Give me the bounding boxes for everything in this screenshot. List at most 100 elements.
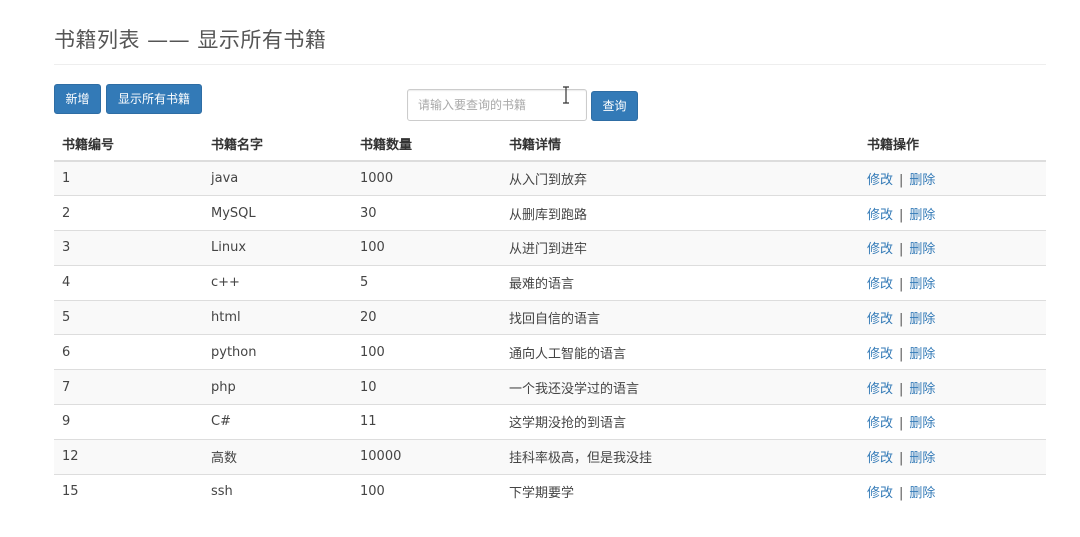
- book-count-cell: 30: [352, 195, 501, 231]
- book-count-cell: 100: [352, 473, 501, 509]
- ops-separator: |: [899, 207, 904, 223]
- edit-book-link[interactable]: 修改: [867, 277, 893, 292]
- ops-separator: |: [899, 173, 904, 189]
- table-row: 12 高数 10000 挂科率极高，但是我没挂 修改 | 删除: [54, 438, 1046, 475]
- edit-book-link[interactable]: 修改: [867, 451, 893, 466]
- delete-book-link[interactable]: 删除: [909, 486, 935, 501]
- table-row: 7 php 10 一个我还没学过的语言 修改 | 删除: [54, 369, 1046, 405]
- book-name-cell: C#: [203, 404, 352, 440]
- ops-separator: |: [899, 312, 904, 328]
- delete-book-link[interactable]: 删除: [909, 277, 935, 292]
- book-count-cell: 20: [352, 299, 501, 335]
- book-id-cell: 9: [54, 404, 203, 440]
- edit-book-link[interactable]: 修改: [867, 486, 893, 501]
- edit-book-link[interactable]: 修改: [867, 347, 893, 362]
- book-id-cell: 2: [54, 195, 203, 231]
- book-count-cell: 11: [352, 404, 501, 440]
- ops-separator: |: [899, 242, 904, 258]
- table-row: 4 c++ 5 最难的语言 修改 | 删除: [54, 264, 1046, 301]
- ops-separator: |: [899, 381, 904, 397]
- ops-separator: |: [899, 277, 904, 293]
- book-ops-cell: 修改 | 删除: [859, 438, 1046, 475]
- book-detail-cell: 从进门到进牢: [501, 230, 859, 266]
- book-detail-cell: 找回自信的语言: [501, 299, 859, 335]
- page-title: 书籍列表 —— 显示所有书籍: [54, 28, 327, 52]
- book-count-cell: 10000: [352, 438, 501, 475]
- table-body: 1 java 1000 从入门到放弃 修改 | 删除 2 MySQL 30 从删库到跑路 修改 | 删除 3…: [54, 160, 1046, 509]
- show-all-books-button[interactable]: 显示所有书籍: [106, 84, 202, 114]
- title-divider: [54, 64, 1046, 65]
- delete-book-link[interactable]: 删除: [909, 416, 935, 431]
- book-detail-cell: 从删库到跑路: [501, 195, 859, 231]
- book-id-cell: 3: [54, 230, 203, 266]
- ops-separator: |: [899, 451, 904, 467]
- book-name-cell: MySQL: [203, 195, 352, 231]
- header-book-detail: 书籍详情: [501, 127, 859, 162]
- book-name-cell: c++: [203, 264, 352, 301]
- delete-book-link[interactable]: 删除: [909, 451, 935, 466]
- header-book-name: 书籍名字: [203, 127, 352, 162]
- ops-separator: |: [899, 346, 904, 362]
- book-ops-cell: 修改 | 删除: [859, 473, 1046, 509]
- book-ops-cell: 修改 | 删除: [859, 264, 1046, 301]
- query-button[interactable]: 查询: [591, 91, 638, 121]
- table-row: 15 ssh 100 下学期要学 修改 | 删除: [54, 473, 1046, 509]
- book-count-cell: 100: [352, 334, 501, 370]
- book-detail-cell: 挂科率极高，但是我没挂: [501, 438, 859, 475]
- delete-book-link[interactable]: 删除: [909, 347, 935, 362]
- book-id-cell: 15: [54, 473, 203, 509]
- book-name-cell: php: [203, 369, 352, 405]
- delete-book-link[interactable]: 删除: [909, 208, 935, 223]
- book-count-cell: 100: [352, 230, 501, 266]
- delete-book-link[interactable]: 删除: [909, 242, 935, 257]
- text-cursor-icon: [563, 86, 569, 104]
- edit-book-link[interactable]: 修改: [867, 382, 893, 397]
- book-id-cell: 4: [54, 264, 203, 301]
- book-ops-cell: 修改 | 删除: [859, 299, 1046, 335]
- book-id-cell: 6: [54, 334, 203, 370]
- edit-book-link[interactable]: 修改: [867, 242, 893, 257]
- ops-separator: |: [899, 416, 904, 432]
- edit-book-link[interactable]: 修改: [867, 173, 893, 188]
- book-id-cell: 5: [54, 299, 203, 335]
- delete-book-link[interactable]: 删除: [909, 173, 935, 188]
- table-row: 3 Linux 100 从进门到进牢 修改 | 删除: [54, 230, 1046, 266]
- book-name-cell: python: [203, 334, 352, 370]
- book-ops-cell: 修改 | 删除: [859, 369, 1046, 405]
- table-row: 1 java 1000 从入门到放弃 修改 | 删除: [54, 160, 1046, 196]
- edit-book-link[interactable]: 修改: [867, 208, 893, 223]
- table-row: 6 python 100 通向人工智能的语言 修改 | 删除: [54, 334, 1046, 370]
- book-name-cell: ssh: [203, 473, 352, 509]
- header-book-count: 书籍数量: [352, 127, 501, 162]
- book-ops-cell: 修改 | 删除: [859, 334, 1046, 370]
- book-ops-cell: 修改 | 删除: [859, 230, 1046, 266]
- table-row: 9 C# 11 这学期没抢的到语言 修改 | 删除: [54, 404, 1046, 440]
- header-book-ops: 书籍操作: [859, 127, 1046, 162]
- book-detail-cell: 通向人工智能的语言: [501, 334, 859, 370]
- delete-book-link[interactable]: 删除: [909, 382, 935, 397]
- book-id-cell: 1: [54, 160, 203, 196]
- book-ops-cell: 修改 | 删除: [859, 160, 1046, 196]
- table-header-row: 书籍编号 书籍名字 书籍数量 书籍详情 书籍操作: [54, 127, 1046, 162]
- book-name-cell: 高数: [203, 438, 352, 475]
- edit-book-link[interactable]: 修改: [867, 312, 893, 327]
- table-row: 5 html 20 找回自信的语言 修改 | 删除: [54, 299, 1046, 335]
- book-id-cell: 12: [54, 438, 203, 475]
- edit-book-link[interactable]: 修改: [867, 416, 893, 431]
- add-book-button[interactable]: 新增: [54, 84, 101, 114]
- book-id-cell: 7: [54, 369, 203, 405]
- book-detail-cell: 最难的语言: [501, 264, 859, 301]
- book-detail-cell: 一个我还没学过的语言: [501, 369, 859, 405]
- book-ops-cell: 修改 | 删除: [859, 195, 1046, 231]
- book-ops-cell: 修改 | 删除: [859, 404, 1046, 440]
- delete-book-link[interactable]: 删除: [909, 312, 935, 327]
- book-detail-cell: 下学期要学: [501, 473, 859, 509]
- book-count-cell: 10: [352, 369, 501, 405]
- book-name-cell: java: [203, 160, 352, 196]
- books-table: 书籍编号 书籍名字 书籍数量 书籍详情 书籍操作 1 java 1000 从入门到放弃…: [54, 127, 1046, 509]
- book-search-input[interactable]: [407, 89, 587, 121]
- book-count-cell: 1000: [352, 160, 501, 196]
- book-detail-cell: 这学期没抢的到语言: [501, 404, 859, 440]
- book-name-cell: html: [203, 299, 352, 335]
- header-book-id: 书籍编号: [54, 127, 203, 162]
